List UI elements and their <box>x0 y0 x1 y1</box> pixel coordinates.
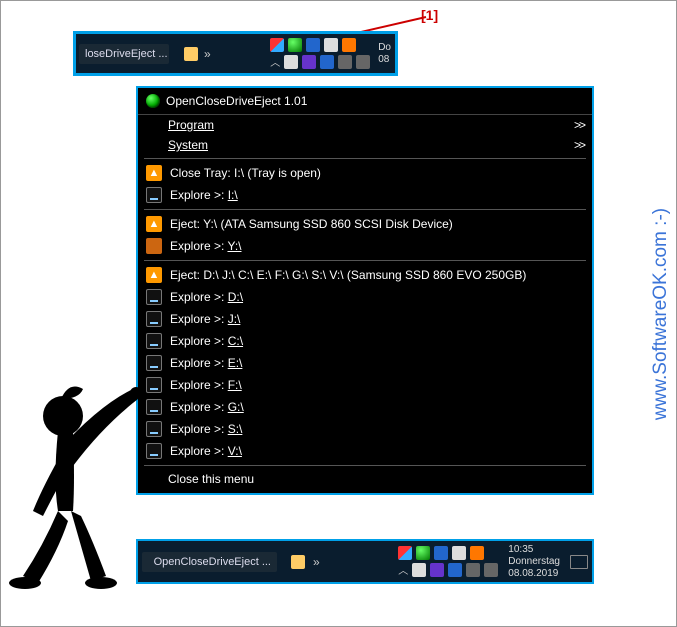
watermark: www.SoftwareOK.com :-) <box>650 207 672 419</box>
explore-g-label: Explore >: G:\ <box>170 400 244 414</box>
tray-expand-icon[interactable]: ︿ <box>270 54 280 69</box>
menu-item-explore-v[interactable]: Explore >: V:\ <box>138 440 592 462</box>
overflow-chevron-icon[interactable]: » <box>313 555 320 569</box>
menu-item-explore-y[interactable]: Explore >: Y:\ <box>138 235 592 257</box>
drive-icon <box>146 355 162 371</box>
program-label: Program <box>168 118 214 132</box>
menu-item-explore-c[interactable]: Explore >: C:\ <box>138 330 592 352</box>
explore-v-label: Explore >: V:\ <box>170 444 242 458</box>
overflow-chevron-icon[interactable]: » <box>204 47 211 61</box>
tray-icon[interactable] <box>434 546 448 560</box>
menu-title-row: OpenCloseDriveEject 1.01 <box>138 88 592 115</box>
tray-icon[interactable] <box>306 38 320 52</box>
taskbar-top: loseDriveEject ... » ︿ Do 08 <box>73 31 398 76</box>
explore-y-label: Explore >: Y:\ <box>170 239 242 253</box>
drive-eject-menu: OpenCloseDriveEject 1.01 Program >> Syst… <box>136 86 594 495</box>
clock-date: 08.08.2019 <box>508 568 560 580</box>
tray-icon[interactable] <box>412 563 426 577</box>
pointing-figure-icon <box>3 371 148 596</box>
separator <box>144 260 586 261</box>
clock[interactable]: 10:35 Donnerstag 08.08.2019 <box>502 544 566 580</box>
menu-item-explore-g[interactable]: Explore >: G:\ <box>138 396 592 418</box>
drive-icon <box>146 377 162 393</box>
drive-icon <box>146 443 162 459</box>
tray-icon[interactable] <box>324 38 338 52</box>
tray-icon[interactable] <box>338 55 352 69</box>
tray-icon[interactable] <box>452 546 466 560</box>
explore-f-label: Explore >: F:\ <box>170 378 242 392</box>
shield-icon[interactable] <box>398 546 412 560</box>
system-label: System <box>168 138 208 152</box>
taskbar-button-app[interactable]: OpenCloseDriveEject ... <box>142 552 277 572</box>
menu-item-close-tray[interactable]: ▲ Close Tray: I:\ (Tray is open) <box>138 162 592 184</box>
menu-item-explore-j[interactable]: Explore >: J:\ <box>138 308 592 330</box>
menu-item-explore-s[interactable]: Explore >: S:\ <box>138 418 592 440</box>
close-menu-label: Close this menu <box>168 472 254 486</box>
notification-center-icon[interactable] <box>570 555 588 569</box>
tray-icon[interactable] <box>448 563 462 577</box>
clock-fragment: Do 08 <box>374 42 395 66</box>
tray-expand-icon[interactable]: ︿ <box>398 562 408 577</box>
drive-icon <box>146 399 162 415</box>
app-tray-icon[interactable] <box>288 38 302 52</box>
clock-weekday: Donnerstag <box>508 556 560 568</box>
tray-icon[interactable] <box>466 563 480 577</box>
taskbar-bottom: OpenCloseDriveEject ... » ︿ 10:35 Donner… <box>136 539 594 584</box>
eject-icon: ▲ <box>146 267 162 283</box>
tray-icon[interactable] <box>470 546 484 560</box>
menu-item-eject-y[interactable]: ▲ Eject: Y:\ (ATA Samsung SSD 860 SCSI D… <box>138 213 592 235</box>
explore-i-label: Explore >: I:\ <box>170 188 238 202</box>
drive-icon <box>146 238 162 254</box>
folder-icon[interactable] <box>184 47 198 61</box>
menu-item-explore-e[interactable]: Explore >: E:\ <box>138 352 592 374</box>
drive-icon <box>146 311 162 327</box>
explore-j-label: Explore >: J:\ <box>170 312 240 326</box>
tray-icon[interactable] <box>430 563 444 577</box>
folder-icon[interactable] <box>291 555 305 569</box>
menu-item-explore-f[interactable]: Explore >: F:\ <box>138 374 592 396</box>
separator <box>144 158 586 159</box>
app-icon <box>148 556 150 568</box>
tray-icon[interactable] <box>342 38 356 52</box>
taskbar-button-app[interactable]: loseDriveEject ... <box>79 44 169 64</box>
drive-icon <box>146 187 162 203</box>
submenu-arrow-icon: >> <box>574 118 584 132</box>
drive-icon <box>146 333 162 349</box>
tray-icon[interactable] <box>284 55 298 69</box>
eject-icon: ▲ <box>146 216 162 232</box>
menu-item-program[interactable]: Program >> <box>138 115 592 135</box>
shield-icon[interactable] <box>270 38 284 52</box>
explore-d-label: Explore >: D:\ <box>170 290 243 304</box>
eject-multi-label: Eject: D:\ J:\ C:\ E:\ F:\ G:\ S:\ V:\ (… <box>170 268 526 282</box>
close-tray-label: Close Tray: I:\ (Tray is open) <box>170 166 321 180</box>
tray-icon[interactable] <box>320 55 334 69</box>
clock-time: 10:35 <box>508 544 560 556</box>
menu-item-explore-d[interactable]: Explore >: D:\ <box>138 286 592 308</box>
drive-icon <box>146 289 162 305</box>
explore-s-label: Explore >: S:\ <box>170 422 242 436</box>
system-tray: ︿ <box>394 544 502 579</box>
menu-item-close-menu[interactable]: Close this menu <box>138 469 592 489</box>
system-tray: ︿ <box>270 36 374 71</box>
menu-title: OpenCloseDriveEject 1.01 <box>166 94 307 108</box>
menu-item-system[interactable]: System >> <box>138 135 592 155</box>
app-tray-icon[interactable] <box>416 546 430 560</box>
tray-icon[interactable] <box>484 563 498 577</box>
menu-item-eject-multi[interactable]: ▲ Eject: D:\ J:\ C:\ E:\ F:\ G:\ S:\ V:\… <box>138 264 592 286</box>
taskbar-button-label: OpenCloseDriveEject ... <box>154 556 271 568</box>
eject-icon: ▲ <box>146 165 162 181</box>
submenu-arrow-icon: >> <box>574 138 584 152</box>
separator <box>144 209 586 210</box>
tray-icon[interactable] <box>302 55 316 69</box>
app-icon <box>146 94 160 108</box>
drive-icon <box>146 421 162 437</box>
explore-c-label: Explore >: C:\ <box>170 334 243 348</box>
menu-item-explore-i[interactable]: Explore >: I:\ <box>138 184 592 206</box>
separator <box>144 465 586 466</box>
explore-e-label: Explore >: E:\ <box>170 356 242 370</box>
callout-label: [1] <box>421 7 438 23</box>
tray-icon[interactable] <box>356 55 370 69</box>
eject-y-label: Eject: Y:\ (ATA Samsung SSD 860 SCSI Dis… <box>170 217 453 231</box>
